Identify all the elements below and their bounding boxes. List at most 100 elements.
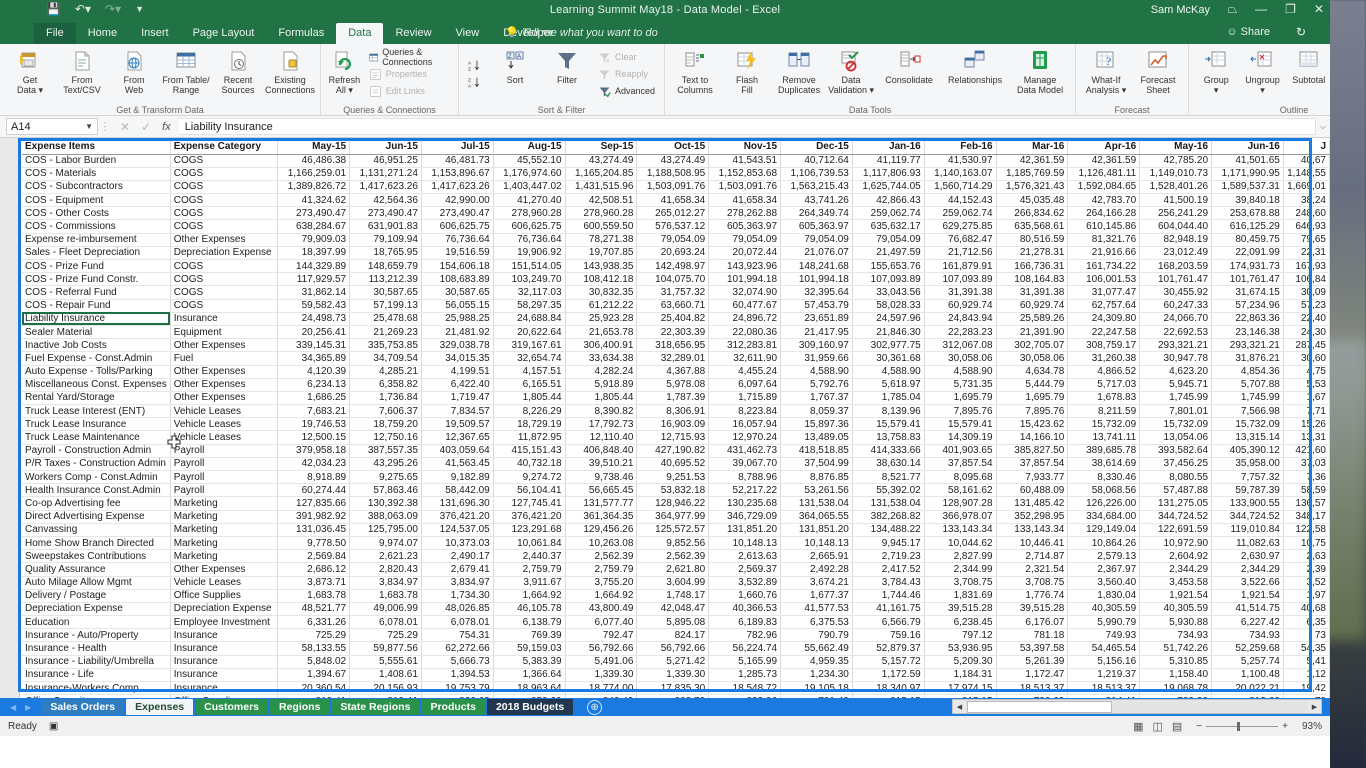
sheet-tab-customers[interactable]: Customers [195,699,268,715]
cell-amount[interactable]: 128,907.28 [924,496,997,511]
cell-amount[interactable]: 41,563.45 [421,457,494,472]
cell-amount[interactable]: 4,282.24 [565,365,638,379]
cell-amount[interactable]: 406,848.40 [565,444,638,458]
cell-amount[interactable]: 41,530.97 [924,154,997,168]
cell-amount[interactable]: 37,456.25 [1139,457,1213,472]
cell-amount[interactable]: 24,896.72 [708,312,782,326]
cell-amount[interactable]: 3,755.20 [565,576,638,590]
cell-expense-category[interactable]: Payroll [170,470,279,485]
cell-amount[interactable]: 76,682.47 [924,233,997,247]
cell-amount[interactable]: 8,211.59 [1067,404,1141,419]
cell-expense-category[interactable]: Vehicle Leases [170,417,279,432]
table-row[interactable]: Truck Lease Insurance Vehicle Leases 19,74… [22,417,1330,432]
ribbon-tab-file[interactable]: File [34,23,76,44]
cell-amount[interactable]: 41,658.34 [636,193,710,208]
cell-amount[interactable]: 1,921.54 [1211,589,1284,603]
cell-amount[interactable]: 606,625.75 [421,219,494,234]
cell-amount[interactable]: 41,500.19 [1139,193,1213,208]
minimize-button[interactable]: — [1255,2,1267,17]
cell-amount[interactable]: 8,223.84 [708,404,782,419]
cell-amount[interactable]: 3,453.58 [1139,576,1213,590]
cell-amount[interactable]: 418,518.85 [780,444,853,458]
record-macro-icon[interactable]: ▣ [49,721,58,732]
cell-amount[interactable]: 10,148.13 [780,536,853,551]
cell-amount[interactable]: 278,960.28 [493,206,566,221]
cell-expense-category[interactable]: Insurance [170,312,279,326]
cell-amount[interactable]: 6,138.79 [493,615,566,630]
cell-amount[interactable]: 339,145.31 [277,338,351,353]
cell-amount[interactable]: 37,857.54 [996,457,1069,472]
cell-amount[interactable]: 58,59 [1283,483,1330,498]
table-row[interactable]: COS - Commissions COGS 638,284.67 631,901.8… [22,219,1330,234]
cell-amount[interactable]: 9,251.53 [636,470,710,485]
ribbon-tab-data[interactable]: Data [336,23,384,44]
cell-amount[interactable]: 2,827.99 [924,549,997,564]
cell-amount[interactable]: 782.96 [708,628,782,643]
cell-amount[interactable]: 43,274.49 [636,154,710,168]
cell-amount[interactable]: 309,160.97 [780,338,853,353]
cell-amount[interactable]: 107,093.89 [852,272,925,287]
cell-amount[interactable]: 10,864.26 [1067,536,1141,551]
cell-amount[interactable]: 10,972.90 [1139,536,1213,551]
column-header-apr-16[interactable]: Apr-16 [1067,140,1141,155]
cell-expense-category[interactable]: Vehicle Leases [170,576,279,590]
cell-expense-category[interactable]: COGS [170,299,279,313]
cell-amount[interactable]: 108,412.18 [565,272,638,287]
cell-expense-item[interactable]: Auto Milage Allow Mgmt [22,576,171,590]
cell-amount[interactable]: 2,621.80 [636,562,710,577]
cell-amount[interactable]: 5,310.85 [1139,655,1213,669]
table-row[interactable]: Co-op Advertising fee Marketing 127,835.66… [22,496,1330,511]
properties-button[interactable]: Properties [366,66,452,83]
cell-expense-category[interactable]: Payroll [170,444,279,458]
cell-amount[interactable]: 31,674.15 [1211,285,1284,300]
cell-amount[interactable]: 32,395.64 [780,285,853,300]
cell-amount[interactable]: 1,686.25 [277,391,351,406]
cell-amount[interactable]: 18,548.72 [708,681,782,696]
cell-amount[interactable]: 15,897.36 [780,417,853,432]
cell-amount[interactable]: 39,067.70 [708,457,782,472]
cell-amount[interactable]: 10,446.41 [996,536,1069,551]
sheet-tab-products[interactable]: Products [421,699,485,715]
cell-amount[interactable]: 9,852.56 [636,536,710,551]
cell-expense-item[interactable]: COS - Commissions [22,219,171,234]
cell-amount[interactable]: 113,212.39 [349,272,422,287]
cell-expense-item[interactable]: Inactive Job Costs [22,338,171,353]
cell-amount[interactable]: 73 [1283,628,1330,643]
cell-amount[interactable]: 133,143.34 [924,523,997,537]
cell-expense-item[interactable]: Expense re-imbursement [22,233,171,247]
cell-amount[interactable]: 15,732.09 [1067,417,1141,432]
cell-expense-category[interactable]: Insurance [170,628,279,643]
table-row[interactable]: COS - Other Costs COGS 273,490.47 273,490.4… [22,206,1330,221]
table-row[interactable]: Auto Expense - Tolls/Parking Other Expens… [22,365,1330,379]
cell-amount[interactable]: 60,247.33 [1139,299,1213,313]
cell-expense-category[interactable]: COGS [170,167,279,181]
queries-connections-button[interactable]: Queries & Connections [366,47,452,67]
cell-amount[interactable]: 18,513.37 [996,681,1069,696]
cell-amount[interactable]: 142,498.97 [636,259,710,274]
cell-expense-item[interactable]: Quality Assurance [22,562,171,577]
cell-amount[interactable]: 15,423.62 [996,417,1069,432]
cell-amount[interactable]: 6,238.45 [924,615,997,630]
cell-amount[interactable]: 60,274.44 [277,483,351,498]
cell-amount[interactable]: 25,988.25 [421,312,494,326]
cell-amount[interactable]: 1,67 [1283,391,1330,406]
cell-amount[interactable]: 12,750.16 [349,430,422,445]
cell-amount[interactable]: 1,921.54 [1139,589,1213,603]
cell-amount[interactable]: 7,606.37 [349,404,422,419]
cell-amount[interactable]: 1,403,447.02 [493,180,566,195]
cell-amount[interactable]: 16,057.94 [708,417,782,432]
ribbon-tab-page-layout[interactable]: Page Layout [181,23,267,44]
cell-amount[interactable]: 9,274.72 [493,470,566,485]
cell-amount[interactable]: 124,537.05 [421,523,494,537]
cell-amount[interactable]: 57,487.88 [1139,483,1213,498]
cell-amount[interactable]: 5,383.39 [493,655,566,669]
cell-amount[interactable]: 22,692.53 [1139,325,1213,340]
cell-expense-category[interactable]: Marketing [170,510,279,524]
cell-amount[interactable]: 318,656.95 [636,338,710,353]
table-row[interactable]: COS - Labor Burden COGS 46,486.38 46,951.25… [22,154,1330,168]
cell-amount[interactable]: 40,67 [1283,154,1330,168]
cell-amount[interactable]: 81,321.76 [1067,233,1141,247]
cell-amount[interactable]: 348,17 [1283,510,1330,524]
cell-amount[interactable]: 20,156.93 [349,681,422,696]
zoom-knob[interactable] [1237,721,1241,731]
